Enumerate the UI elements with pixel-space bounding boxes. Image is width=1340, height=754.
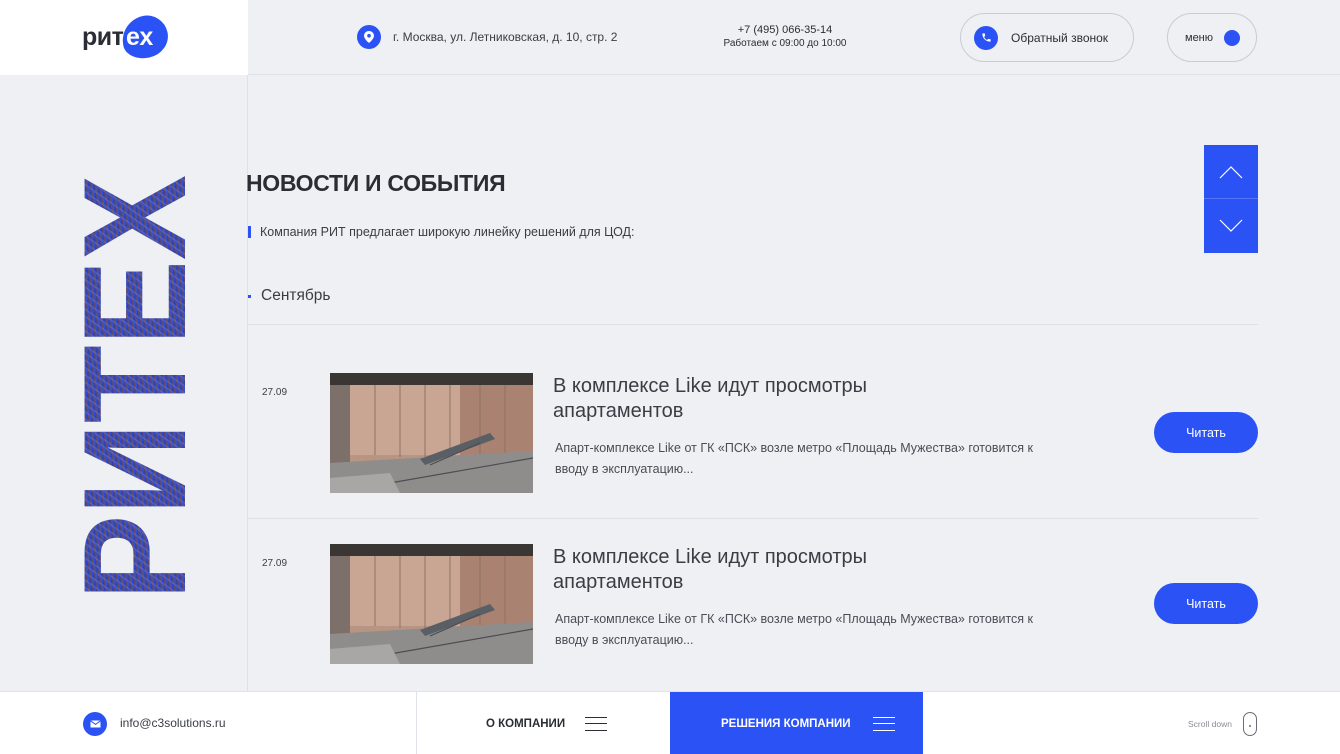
- news-date: 27.09: [262, 558, 288, 569]
- news-description: Апарт-комплексе Like от ГК «ПСК» возле м…: [555, 612, 1034, 647]
- news-image[interactable]: [330, 544, 533, 664]
- news-title[interactable]: В комплексе Like идут просмотры апартаме…: [553, 545, 933, 595]
- callback-button[interactable]: Обратный звонок: [960, 13, 1134, 62]
- address: г. Москва, ул. Летниковская, д. 10, стр.…: [357, 25, 617, 49]
- news-date: 27.09: [262, 387, 288, 398]
- menu-button[interactable]: меню: [1167, 13, 1257, 62]
- about-company-button[interactable]: О КОМПАНИИ: [416, 692, 670, 754]
- phone-link[interactable]: +7 (495) 066-35-14: [700, 23, 870, 37]
- vertical-brand-text: РИТЕХ: [67, 175, 187, 600]
- working-hours: Работаем с 09:00 до 10:00: [723, 38, 847, 49]
- phone-icon: [974, 25, 998, 50]
- news-description: Апарт-комплексе Like от ГК «ПСК» возле м…: [555, 441, 1034, 476]
- menu-dot-icon: [1224, 30, 1240, 46]
- site-header: рит ex г. Москва, ул. Летниковская, д. 1…: [0, 0, 1340, 75]
- lead-accent-bar: [248, 226, 251, 238]
- month-heading: Сентябрь: [248, 287, 330, 305]
- scroll-down-button[interactable]: [1204, 199, 1258, 253]
- month-marker: [248, 294, 251, 298]
- company-solutions-label: РЕШЕНИЯ КОМПАНИИ: [721, 717, 851, 730]
- email-link[interactable]: info@c3solutions.ru: [120, 716, 226, 730]
- about-company-label: О КОМПАНИИ: [486, 717, 566, 730]
- chevron-up-icon: [1219, 165, 1243, 178]
- read-button[interactable]: Читать: [1154, 583, 1258, 624]
- company-solutions-button[interactable]: РЕШЕНИЯ КОМПАНИИ: [670, 692, 923, 754]
- logo-text-right: ex: [126, 23, 153, 51]
- divider: [248, 518, 1258, 519]
- chevron-down-icon: [1219, 219, 1243, 232]
- vertical-brand-logo: РИТЕХ: [67, 175, 187, 600]
- news-title[interactable]: В комплексе Like идут просмотры апартаме…: [553, 374, 933, 424]
- mouse-scroll-icon[interactable]: [1243, 712, 1257, 736]
- site-footer: info@c3solutions.ru О КОМПАНИИ РЕШЕНИЯ К…: [0, 691, 1340, 754]
- logo-text-left: рит: [82, 23, 124, 51]
- callback-label: Обратный звонок: [1011, 30, 1109, 45]
- hamburger-icon: [872, 716, 895, 731]
- mail-icon: [83, 712, 107, 736]
- logo-container: рит ex: [0, 0, 248, 75]
- hamburger-icon: [585, 716, 608, 731]
- divider: [248, 324, 1258, 325]
- page-title: НОВОСТИ И СОБЫТИЯ: [246, 170, 506, 196]
- news-image[interactable]: [330, 373, 533, 493]
- read-button[interactable]: Читать: [1154, 412, 1258, 453]
- contact-block: +7 (495) 066-35-14 Работаем с 09:00 до 1…: [700, 23, 870, 51]
- month-label: Сентябрь: [261, 287, 331, 304]
- lead-text: Компания РИТ предлагает широкую линейку …: [260, 225, 635, 239]
- lead-paragraph: Компания РИТ предлагает широкую линейку …: [248, 224, 635, 240]
- address-text: г. Москва, ул. Летниковская, д. 10, стр.…: [393, 30, 618, 44]
- scroll-up-button[interactable]: [1204, 145, 1258, 199]
- news-item: 27.09 В комплексе Like идут просмотры ап…: [248, 373, 1258, 545]
- menu-label: меню: [1185, 31, 1214, 44]
- location-pin-icon: [357, 25, 381, 49]
- scroll-down-hint: Scroll down: [1188, 719, 1232, 729]
